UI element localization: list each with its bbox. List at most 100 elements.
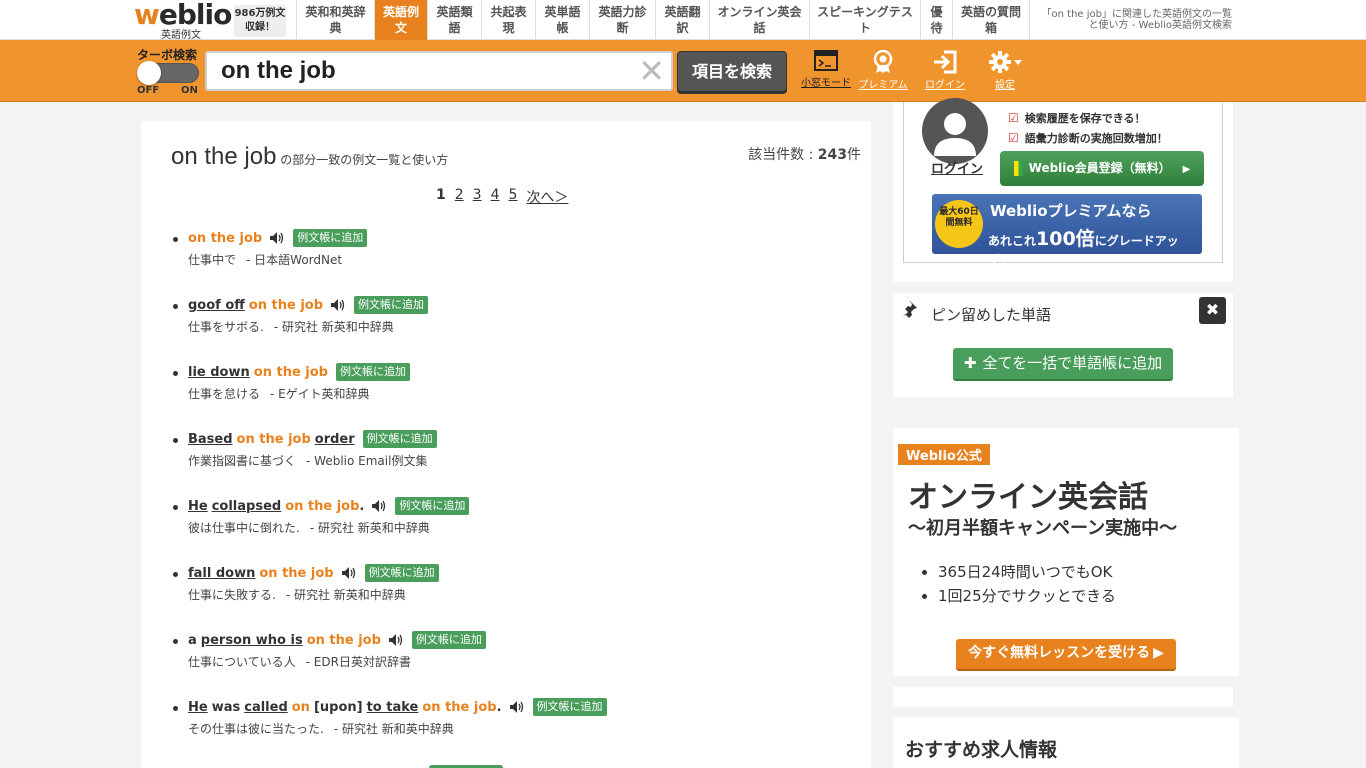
word-link[interactable]: lie down (188, 365, 250, 380)
example-japanese: 彼は仕事中に倒れた. - 研究社 新英和中辞典 (188, 519, 851, 536)
page-link[interactable]: 3 (473, 187, 482, 207)
add-to-wordbook-button[interactable]: 例文帳に追加 (362, 430, 437, 448)
keyword[interactable]: on the job (249, 298, 323, 313)
word-link[interactable]: He (188, 499, 208, 514)
premium-button[interactable]: プレミアム (856, 50, 910, 94)
tab-diagnosis[interactable]: 英語力診断 (589, 0, 655, 40)
tab-question-box[interactable]: 英語の質問箱 (952, 0, 1030, 40)
source[interactable]: - EDR日英対訳辞書 (306, 655, 411, 669)
login-link[interactable]: ログイン (931, 158, 983, 177)
source[interactable]: - 日本語WordNet (246, 253, 342, 267)
ad-bullet: 365日24時間いつでもOK (938, 560, 1116, 584)
tab-examples[interactable]: 英語例文 (374, 0, 427, 40)
word-link[interactable]: order (315, 432, 355, 447)
page-link[interactable]: 4 (491, 187, 500, 207)
settings-button[interactable]: 設定 (982, 50, 1028, 94)
search-input[interactable] (221, 57, 621, 85)
source[interactable]: - 研究社 新英和中辞典 (274, 320, 394, 334)
translation: 仕事を怠ける (188, 387, 261, 401)
tab-benefits[interactable]: 優待 (920, 0, 952, 40)
keyword[interactable]: on the job (237, 432, 311, 447)
tab-ejje[interactable]: 英和和英辞典 (296, 0, 374, 40)
speaker-icon[interactable] (388, 633, 404, 647)
weblio-logo[interactable]: weblio 英語例文 (134, 0, 234, 41)
tab-online-eikaiwa[interactable]: オンライン英会話 (709, 0, 809, 40)
source[interactable]: - Weblio Email例文集 (306, 454, 427, 468)
keyword[interactable]: on the job (259, 566, 333, 581)
word-link[interactable]: to take (367, 700, 419, 715)
register-button[interactable]: Weblio会員登録（無料） ▶ (1000, 151, 1204, 186)
result-title-suffix: の部分一致の例文一覧と使い方 (276, 153, 449, 167)
count-unit: 件 (847, 147, 861, 163)
clear-icon[interactable]: ✕ (638, 53, 665, 89)
benefit-text: 語彙力診断の実施回数増加！ (1024, 132, 1168, 145)
chevron-right-icon: ▶ (1182, 164, 1191, 175)
word-link[interactable]: He (188, 700, 208, 715)
check-icon: ☑ (1008, 111, 1019, 125)
result-title: on the job の部分一致の例文一覧と使い方 (171, 143, 448, 171)
search-button[interactable]: 項目を検索 (677, 51, 787, 92)
speaker-icon[interactable] (371, 499, 387, 513)
main-content: on the job の部分一致の例文一覧と使い方 該当件数 : 243件 1 … (141, 121, 871, 768)
example-english: a person who is on the job 例文帳に追加 (188, 625, 851, 653)
add-to-wordbook-button[interactable]: 例文帳に追加 (395, 497, 470, 515)
separator-panel (893, 687, 1233, 707)
keyword[interactable]: on the job (307, 633, 381, 648)
add-to-wordbook-button[interactable]: 例文帳に追加 (335, 363, 410, 381)
keyword[interactable]: on the job (285, 499, 359, 514)
tab-collocation[interactable]: 共起表現 (481, 0, 535, 40)
pagination: 1 2 3 4 5 次へ＞ (436, 187, 568, 207)
speaker-icon[interactable] (341, 566, 357, 580)
free-lesson-button[interactable]: 今すぐ無料レッスンを受ける ▶ (956, 639, 1176, 669)
add-to-wordbook-button[interactable]: 例文帳に追加 (532, 698, 607, 716)
tab-thesaurus[interactable]: 英語類語 (427, 0, 481, 40)
translation: 仕事についている人 (188, 655, 296, 669)
example-item: a person who is on the job 例文帳に追加 仕事について… (171, 625, 851, 692)
page-next[interactable]: 次へ＞ (526, 187, 568, 207)
speaker-icon[interactable] (509, 700, 525, 714)
source[interactable]: - Eゲイト英和辞典 (270, 387, 370, 401)
keyword[interactable]: on the job (188, 231, 262, 246)
page-current: 1 (436, 187, 446, 203)
source[interactable]: - 研究社 新和英中辞典 (334, 722, 454, 736)
tab-wordbook[interactable]: 英単語帳 (535, 0, 589, 40)
mini-mode-button[interactable]: 小窓モード (800, 50, 852, 94)
example-item: He collapsed on the job. 例文帳に追加 彼は仕事中に倒れ… (171, 491, 851, 558)
tab-speaking-test[interactable]: スピーキングテスト (809, 0, 920, 40)
speaker-icon[interactable] (269, 231, 285, 245)
speaker-icon[interactable] (330, 298, 346, 312)
close-button[interactable]: ✖ (1199, 297, 1226, 324)
word-link[interactable]: fall down (188, 566, 255, 581)
keyword[interactable]: on the job (422, 700, 496, 715)
example-item: goof off on the job 例文帳に追加 仕事をサボる. - 研究社 … (171, 290, 851, 357)
close-icon: ✖ (1205, 300, 1220, 319)
word-link[interactable]: called (244, 700, 288, 715)
keyword[interactable]: on the job (254, 365, 328, 380)
premium-headline: Weblioプレミアムなら (990, 202, 1152, 220)
online-eikaiwa-ad[interactable]: Weblio公式 オンライン英会話 ～初月半額キャンペーン実施中～ 365日24… (893, 428, 1239, 676)
source[interactable]: - 研究社 新英和中辞典 (310, 521, 430, 535)
add-to-wordbook-button[interactable]: 例文帳に追加 (364, 564, 439, 582)
source[interactable]: - 研究社 新英和中辞典 (286, 588, 406, 602)
add-to-wordbook-button[interactable]: 例文帳に追加 (411, 631, 486, 649)
word-link[interactable]: person who is (201, 633, 303, 648)
add-to-wordbook-button[interactable]: 例文帳に追加 (293, 229, 368, 247)
word-link[interactable]: Based (188, 432, 233, 447)
tab-translate[interactable]: 英語翻訳 (655, 0, 709, 40)
turbo-search-toggle[interactable] (137, 61, 199, 85)
page-description: 「on the job」に関連した英語例文の一覧と使い方 - Weblio英語例… (1041, 9, 1232, 31)
award-icon (873, 50, 893, 73)
add-all-to-wordbook-button[interactable]: ✚ 全てを一括で単語帳に追加 (953, 348, 1173, 379)
add-to-wordbook-button[interactable]: 例文帳に追加 (354, 296, 429, 314)
word-link[interactable]: goof off (188, 298, 245, 313)
page-link[interactable]: 5 (509, 187, 518, 207)
jobs-panel: おすすめ求人情報 (893, 717, 1239, 768)
page-link[interactable]: 2 (455, 187, 464, 207)
beginner-mark-icon (1013, 161, 1023, 176)
benefit-history: ☑ 検索履歴を保存できる！ (1008, 110, 1146, 126)
login-button[interactable]: ログイン (922, 50, 968, 94)
premium-label: プレミアム (858, 80, 908, 91)
premium-banner[interactable]: 最大60日間無料 Weblioプレミアムなら あれこれ100倍にグレードアップ！ (932, 194, 1202, 267)
word-link[interactable]: collapsed (212, 499, 282, 514)
keyword[interactable]: on (292, 700, 310, 715)
